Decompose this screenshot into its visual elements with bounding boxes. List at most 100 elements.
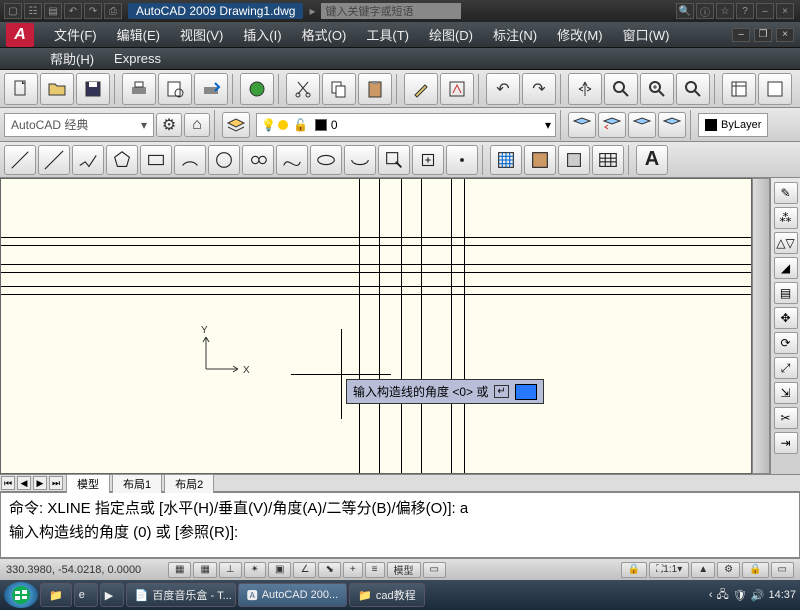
qat-print-icon[interactable]: ⎙ (104, 3, 122, 19)
menu-dimension[interactable]: 标注(N) (483, 22, 547, 47)
offset-icon[interactable]: ◢ (774, 257, 798, 279)
qat-redo-icon[interactable]: ↷ (84, 3, 102, 19)
tab-last-icon[interactable]: ⏭ (49, 476, 63, 490)
extend-icon[interactable]: ⇥ (774, 432, 798, 454)
publish-icon[interactable] (194, 73, 228, 105)
insert-block-icon[interactable] (378, 145, 410, 175)
layer-state-icon[interactable] (568, 112, 596, 138)
layer-iso-icon[interactable] (628, 112, 656, 138)
save-file-icon[interactable] (76, 73, 110, 105)
otrack-toggle[interactable]: ∠ (293, 562, 316, 578)
design-center-icon[interactable] (758, 73, 792, 105)
help-search-input[interactable]: 键入关键字或短语 (321, 3, 461, 19)
ellipse-arc-tool-icon[interactable] (344, 145, 376, 175)
new-file-icon[interactable] (4, 73, 38, 105)
point-tool-icon[interactable] (446, 145, 478, 175)
menu-tools[interactable]: 工具(T) (356, 22, 419, 47)
dynamic-input-tooltip[interactable]: 输入构造线的角度 <0> 或 ↵ (346, 379, 544, 404)
minimize-window-icon[interactable]: – (756, 3, 774, 19)
undo-icon[interactable]: ↶ (486, 73, 520, 105)
qat-undo-icon[interactable]: ↶ (64, 3, 82, 19)
toolbar-lock-icon[interactable]: 🔒 (742, 562, 768, 578)
rectangle-tool-icon[interactable] (140, 145, 172, 175)
gradient-tool-icon[interactable] (524, 145, 556, 175)
workspace-selector[interactable]: AutoCAD 经典▾ (4, 113, 154, 137)
tab-layout2[interactable]: 布局2 (164, 474, 214, 493)
qat-new-icon[interactable]: ▢ (4, 3, 22, 19)
cut-icon[interactable] (286, 73, 320, 105)
tooltip-input-box[interactable] (515, 384, 537, 400)
task-item-2[interactable]: 🅰 AutoCAD 200... (238, 583, 347, 607)
close-window-icon[interactable]: × (776, 3, 794, 19)
grid-toggle[interactable]: ▦ (193, 562, 216, 578)
polyline-tool-icon[interactable] (72, 145, 104, 175)
scale-icon[interactable]: ⤢ (774, 357, 798, 379)
scale-display[interactable]: ⛶ 1:1 ▾ (649, 562, 689, 578)
print-icon[interactable] (122, 73, 156, 105)
favorites-icon[interactable]: ☆ (716, 3, 734, 19)
lwt-toggle[interactable]: ≡ (365, 562, 385, 578)
task-item-3[interactable]: 📁 cad教程 (349, 583, 424, 607)
move-icon[interactable]: ✥ (774, 307, 798, 329)
layer-previous-icon[interactable] (598, 112, 626, 138)
copy-icon[interactable] (322, 73, 356, 105)
block-editor-icon[interactable] (440, 73, 474, 105)
layer-match-icon[interactable] (658, 112, 686, 138)
quick-launch-ie-icon[interactable]: e (74, 583, 98, 607)
mirror-icon[interactable]: △▽ (774, 232, 798, 254)
search-icon[interactable]: 🔍 (676, 3, 694, 19)
infocenter-icon[interactable]: ⓘ (696, 3, 714, 19)
tray-clock[interactable]: 14:37 (768, 589, 796, 601)
pan-icon[interactable] (568, 73, 602, 105)
erase-icon[interactable]: ✎ (774, 182, 798, 204)
zoom-previous-icon[interactable] (676, 73, 710, 105)
menu-help[interactable]: 帮助(H) (40, 46, 104, 71)
paste-icon[interactable] (358, 73, 392, 105)
workspace-switch-icon[interactable]: ⚙ (717, 562, 740, 578)
make-block-icon[interactable] (412, 145, 444, 175)
tab-prev-icon[interactable]: ◀ (17, 476, 31, 490)
spline-tool-icon[interactable] (276, 145, 308, 175)
qp-toggle[interactable]: ▭ (423, 562, 446, 578)
stretch-icon[interactable]: ⇲ (774, 382, 798, 404)
doc-minimize-icon[interactable]: – (732, 28, 750, 42)
app-logo-icon[interactable]: A (6, 23, 34, 47)
menu-express[interactable]: Express (104, 48, 171, 69)
menu-view[interactable]: 视图(V) (170, 22, 233, 47)
polygon-tool-icon[interactable] (106, 145, 138, 175)
copy-obj-icon[interactable]: ⁂ (774, 207, 798, 229)
coordinates-display[interactable]: 330.3980, -54.0218, 0.0000 (6, 564, 166, 576)
polar-toggle[interactable]: ✴ (244, 562, 266, 578)
trim-icon[interactable]: ✂ (774, 407, 798, 429)
menu-draw[interactable]: 绘图(D) (419, 22, 483, 47)
circle-tool-icon[interactable] (208, 145, 240, 175)
hatch-tool-icon[interactable] (490, 145, 522, 175)
zoom-realtime-icon[interactable] (604, 73, 638, 105)
quick-launch-folder-icon[interactable]: 📁 (40, 583, 72, 607)
doc-close-icon[interactable]: × (776, 28, 794, 42)
workspace-settings-icon[interactable]: ⚙ (156, 113, 182, 137)
linetype-dropdown[interactable]: ByLayer (698, 113, 768, 137)
menu-modify[interactable]: 修改(M) (547, 22, 613, 47)
workspace-home-icon[interactable]: ⌂ (184, 113, 210, 137)
text-tool-icon[interactable]: A (636, 145, 668, 175)
tray-network-icon[interactable]: 🖧 (717, 586, 729, 605)
qat-save-icon[interactable]: ▤ (44, 3, 62, 19)
vertical-scrollbar[interactable] (752, 178, 770, 474)
menu-window[interactable]: 窗口(W) (613, 22, 680, 47)
tab-next-icon[interactable]: ▶ (33, 476, 47, 490)
osnap-toggle[interactable]: ▣ (268, 562, 291, 578)
help-icon[interactable]: ? (736, 3, 754, 19)
start-button-icon[interactable] (4, 582, 38, 608)
menu-insert[interactable]: 插入(I) (233, 22, 291, 47)
xline-tool-icon[interactable] (38, 145, 70, 175)
menu-format[interactable]: 格式(O) (292, 22, 357, 47)
web-icon[interactable] (240, 73, 274, 105)
qat-open-icon[interactable]: ☷ (24, 3, 42, 19)
table-tool-icon[interactable] (592, 145, 624, 175)
snap-toggle[interactable]: ▦ (168, 562, 191, 578)
menu-edit[interactable]: 编辑(E) (107, 22, 170, 47)
match-properties-icon[interactable] (404, 73, 438, 105)
properties-icon[interactable] (722, 73, 756, 105)
ducs-toggle[interactable]: ⬊ (318, 562, 340, 578)
